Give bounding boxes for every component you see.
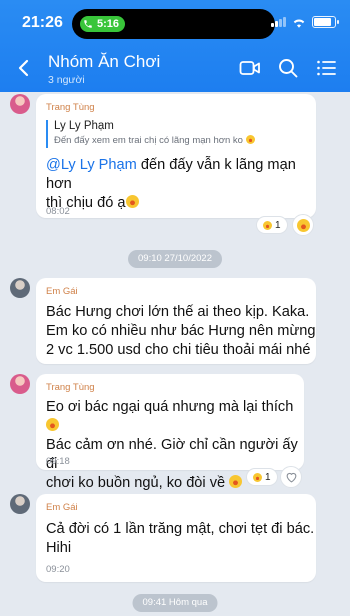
- message-line: @Ly Ly Phạm đến đấy vẫn k lãng mạn hơn: [46, 156, 316, 194]
- dynamic-island[interactable]: 5:16: [72, 9, 275, 39]
- laughing-emoji-icon: [125, 195, 139, 208]
- message-line-text: Eo ơi bác ngại quá nhưng mà lại thích: [46, 399, 294, 415]
- cellular-signal-icon: [271, 17, 286, 27]
- message-text: Bác Hưng chơi lớn thế ai theo kịp. Kaka.…: [46, 303, 315, 360]
- laughing-emoji-icon: [263, 220, 272, 230]
- message-time: 09:18: [46, 456, 70, 467]
- video-call-icon[interactable]: [238, 56, 262, 80]
- laughing-emoji-icon: [253, 472, 262, 482]
- message-bubble[interactable]: Em Gái Bác Hưng chơi lớn thế ai theo kịp…: [36, 278, 316, 364]
- laughing-emoji-icon: [46, 418, 59, 431]
- avatar-em-gai[interactable]: [10, 494, 30, 514]
- laughing-emoji-icon: [296, 218, 310, 232]
- quoted-message[interactable]: Ly Ly Phạm Đến đấy xem em trai chị có lã…: [46, 120, 296, 148]
- laughing-emoji-icon: [229, 475, 243, 488]
- sender-name[interactable]: Em Gái: [46, 502, 78, 513]
- reaction-summary[interactable]: 1: [246, 468, 278, 486]
- message-line-text: chơi ko buồn ngủ, ko đòi về: [46, 475, 226, 491]
- message-text: @Ly Ly Phạm đến đấy vẫn k lãng mạn hơn t…: [46, 156, 316, 213]
- message-line: Bác Hưng chơi lớn thế ai theo kịp. Kaka.: [46, 304, 310, 320]
- battery-icon: [312, 16, 339, 28]
- reaction-summary[interactable]: 1: [256, 216, 288, 234]
- laughing-emoji-icon: [245, 135, 255, 144]
- chat-nav-bar: Nhóm Ăn Chơi 3 người: [0, 48, 350, 88]
- message-line: Eo ơi bác ngại quá nhưng mà lại thích: [46, 398, 304, 436]
- message-time: 09:20: [46, 564, 70, 575]
- member-count: 3 người: [48, 74, 85, 86]
- message-line: Em ko có nhiều như bác Hưng nên mừng: [46, 323, 316, 339]
- message-line: Hihi: [46, 540, 72, 556]
- message-line: thì chịu đó ạ: [46, 194, 316, 213]
- avatar-trang-tung[interactable]: [10, 94, 30, 114]
- mention-link[interactable]: @Ly Ly Phạm: [46, 157, 137, 173]
- avatar-em-gai[interactable]: [10, 278, 30, 298]
- message-line: 2 vc 1.500 usd cho chi tiêu thoải mái nh…: [46, 342, 311, 358]
- wifi-icon: [293, 19, 305, 28]
- date-divider: 09:10 27/10/2022: [128, 250, 222, 268]
- heart-outline-icon: [286, 472, 296, 483]
- quote-author: Ly Ly Phạm: [54, 120, 114, 132]
- chat-title: Nhóm Ăn Chơi: [48, 52, 161, 71]
- active-call-indicator[interactable]: 5:16: [80, 16, 126, 32]
- status-bar: 21:26 5:16: [0, 0, 350, 44]
- sender-name[interactable]: Em Gái: [46, 286, 78, 297]
- status-clock: 21:26: [22, 14, 63, 31]
- back-arrow-icon[interactable]: [12, 56, 36, 80]
- add-reaction-button[interactable]: [292, 214, 314, 236]
- message-list[interactable]: Trang Tùng Ly Ly Phạm Đến đấy xem em tra…: [0, 92, 350, 616]
- status-icons: [271, 16, 339, 28]
- message-bubble[interactable]: Trang Tùng Eo ơi bác ngại quá nhưng mà l…: [36, 374, 304, 491]
- chat-title-block[interactable]: Nhóm Ăn Chơi 3 người: [48, 52, 160, 86]
- message-bubble[interactable]: Trang Tùng Ly Ly Phạm Đến đấy xem em tra…: [36, 94, 316, 218]
- sender-name[interactable]: Trang Tùng: [46, 102, 95, 113]
- message-line: Cả đời có 1 lần trăng mật, chơi tẹt đi b…: [46, 521, 315, 537]
- sender-name[interactable]: Trang Tùng: [46, 382, 95, 393]
- call-duration: 5:16: [97, 18, 120, 30]
- battery-level-fill: [314, 18, 331, 26]
- phone-icon: [84, 20, 92, 28]
- quote-text-content: Đến đấy xem em trai chị có lãng mạn hơn …: [54, 135, 243, 146]
- date-divider: 09:41 Hôm qua: [132, 594, 218, 612]
- menu-list-icon[interactable]: [314, 56, 338, 80]
- message-text: Cả đời có 1 lần trăng mật, chơi tẹt đi b…: [46, 520, 314, 558]
- reaction-count: 1: [265, 471, 271, 483]
- message-bubble[interactable]: Em Gái Cả đời có 1 lần trăng mật, chơi t…: [36, 494, 316, 582]
- reaction-count: 1: [275, 219, 281, 231]
- add-reaction-button[interactable]: [280, 466, 302, 488]
- message-time: 08:02: [46, 206, 70, 217]
- avatar-trang-tung[interactable]: [10, 374, 30, 394]
- search-icon[interactable]: [276, 56, 300, 80]
- chat-header: 21:26 5:16 Nhóm Ăn Chơi 3 người: [0, 0, 350, 92]
- quote-text: Đến đấy xem em trai chị có lãng mạn hơn …: [54, 135, 296, 146]
